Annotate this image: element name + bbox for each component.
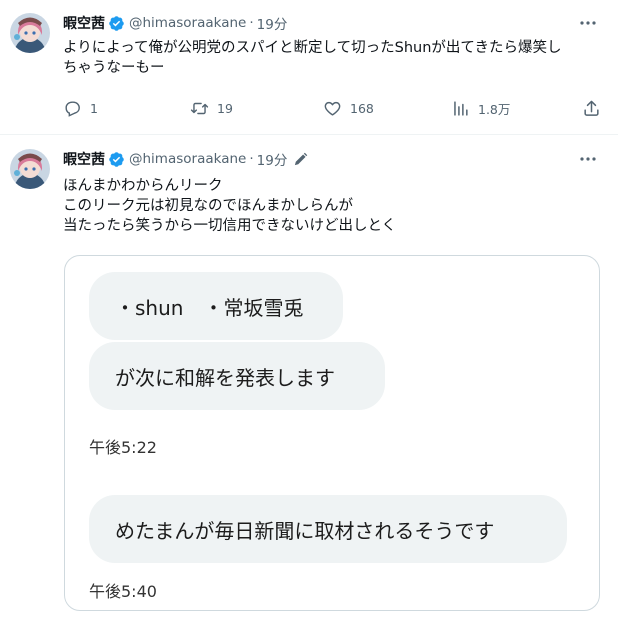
avatar[interactable] — [10, 149, 50, 189]
retweet-count: 19 — [217, 100, 233, 116]
views-button[interactable]: 1.8万 — [451, 96, 510, 120]
tweet-actions: 1 19 168 1.8万 — [63, 96, 608, 120]
tweet-header: 暇空茜 @himasoraakane · 19分 — [63, 12, 287, 34]
verified-badge-icon — [108, 15, 125, 32]
retweet-button[interactable]: 19 — [190, 96, 233, 120]
verified-badge-icon — [108, 151, 125, 168]
chat-timestamp: 午後5:40 — [89, 582, 157, 601]
share-button[interactable] — [582, 96, 601, 120]
avatar-image — [10, 13, 50, 53]
more-options-icon[interactable] — [578, 149, 598, 169]
tweet-text-line: ほんまかわからんリーク — [63, 178, 223, 194]
tweet-1[interactable]: 暇空茜 @himasoraakane · 19分 よりによって俺が公明党のスパイ… — [0, 0, 618, 135]
attached-image[interactable]: ・shun ・常坂雪兎 が次に和解を発表します 午後5:22 めたまんが毎日新聞… — [64, 255, 600, 611]
chat-bubble: が次に和解を発表します — [89, 342, 385, 410]
timestamp[interactable]: 19分 — [257, 13, 288, 33]
tweet-text-line: 当たったら笑うから一切信用できないけど出しとく — [63, 218, 397, 234]
tweet-text-line: よりによって俺が公明党のスパイと断定して切ったShunが出てきたら爆笑し — [63, 40, 562, 56]
display-name[interactable]: 暇空茜 — [63, 149, 105, 169]
separator-dot: · — [249, 151, 254, 167]
avatar-image — [10, 149, 50, 189]
tweet-text: よりによって俺が公明党のスパイと断定して切ったShunが出てきたら爆笑し ちゃう… — [63, 38, 606, 78]
display-name[interactable]: 暇空茜 — [63, 13, 105, 33]
like-count: 168 — [350, 100, 374, 116]
tweet-text: ほんまかわからんリーク このリーク元は初見なのでほんまかしらんが 当たったら笑う… — [63, 176, 606, 236]
separator-dot: · — [249, 15, 254, 31]
views-count: 1.8万 — [478, 101, 511, 117]
tweet-text-line: このリーク元は初見なのでほんまかしらんが — [63, 198, 353, 214]
share-icon — [584, 100, 599, 116]
like-heart-icon — [324, 101, 341, 116]
like-button[interactable]: 168 — [323, 96, 374, 120]
tweet-header: 暇空茜 @himasoraakane · 19分 — [63, 148, 308, 170]
chat-timestamp: 午後5:22 — [89, 438, 157, 457]
chat-bubble: ・shun ・常坂雪兎 — [89, 272, 343, 340]
handle[interactable]: @himasoraakane — [129, 151, 246, 167]
reply-icon — [65, 100, 80, 117]
timestamp[interactable]: 19分 — [257, 149, 288, 169]
more-options-icon[interactable] — [578, 13, 598, 33]
tweet-2[interactable]: 暇空茜 @himasoraakane · 19分 ほんまかわからんリーク このリ… — [0, 134, 618, 618]
edited-pencil-icon[interactable] — [293, 152, 308, 167]
views-chart-icon — [454, 100, 468, 116]
tweet-text-line: ちゃうなーもー — [63, 60, 165, 76]
reply-count: 1 — [90, 100, 98, 116]
reply-button[interactable]: 1 — [63, 96, 98, 120]
chat-bubble: めたまんが毎日新聞に取材されるそうです — [89, 495, 567, 563]
retweet-icon — [190, 102, 209, 114]
handle[interactable]: @himasoraakane — [129, 15, 246, 31]
avatar[interactable] — [10, 13, 50, 53]
